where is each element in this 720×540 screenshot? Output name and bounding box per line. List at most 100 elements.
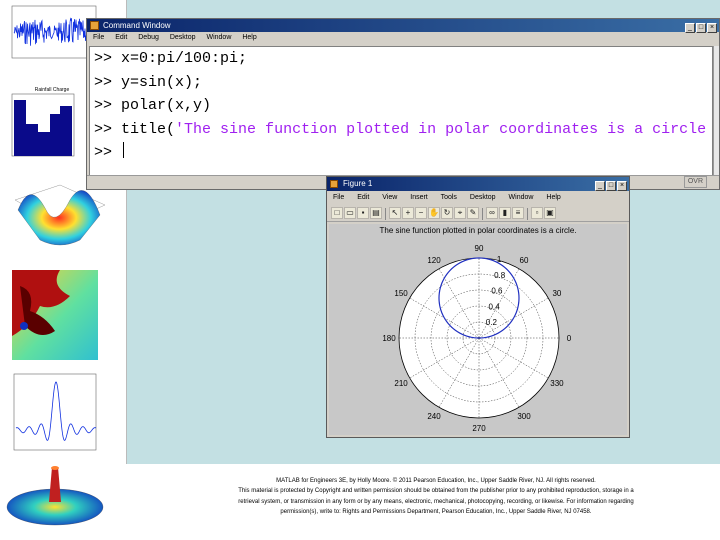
prompt: >> (94, 144, 113, 161)
figure-maximize-button[interactable]: □ (606, 181, 616, 191)
theta-tick-label: 270 (472, 424, 486, 433)
brush-icon[interactable]: ✎ (467, 207, 479, 219)
theta-tick-label: 30 (552, 289, 561, 298)
toolbar-separator (385, 208, 386, 220)
figure-window-icon (330, 180, 338, 188)
fractal-image-thumbnail (0, 266, 100, 366)
prompt: >> (94, 120, 113, 138)
figure-window[interactable]: Figure 1 _ □ × File Edit View Insert Tools… (326, 176, 630, 438)
link-icon[interactable]: ∞ (486, 207, 498, 219)
zoom-out-icon[interactable]: − (415, 207, 427, 219)
hide-plot-tools-icon[interactable]: ▫ (531, 207, 543, 219)
figure-minimize-button[interactable]: _ (595, 181, 605, 191)
console-code: title( (121, 120, 176, 138)
pointer-icon[interactable]: ↖ (389, 207, 401, 219)
bar-chart-thumbnail-title: Rainfall Charge (35, 87, 70, 93)
fig-menu-desktop[interactable]: Desktop (470, 194, 496, 201)
r-tick-label: 0.8 (494, 271, 506, 280)
theta-tick-label: 210 (394, 379, 408, 388)
fig-menu-view[interactable]: View (382, 194, 397, 201)
fig-menu-window[interactable]: Window (509, 194, 534, 201)
pan-icon[interactable]: ✋ (428, 207, 440, 219)
prompt: >> (94, 50, 113, 67)
fig-menu-tools[interactable]: Tools (441, 194, 457, 201)
theta-tick-label: 150 (394, 289, 408, 298)
overwrite-indicator: OVR (683, 176, 707, 188)
open-file-icon[interactable]: ▭ (344, 207, 356, 219)
menu-file[interactable]: File (93, 34, 104, 41)
theta-tick-label: 0 (567, 334, 572, 343)
r-tick-label: 0.4 (489, 302, 501, 311)
toolbar-separator (527, 208, 528, 220)
matlab-window-icon (90, 21, 99, 30)
theta-tick-label: 180 (382, 334, 396, 343)
console-code: x=0:pi/100:pi; (121, 50, 248, 67)
console-line: >> y=sin(x); (94, 71, 712, 95)
console-string: 'The sine function plotted in polar coor… (175, 120, 707, 138)
sinc-plot-thumbnail (0, 370, 100, 456)
show-plot-tools-icon[interactable]: ▣ (544, 207, 556, 219)
r-tick-label: 0.6 (491, 287, 503, 296)
theta-tick-label: 240 (427, 412, 441, 421)
polar-plot: 0 30 60 90 120 150 180 210 240 270 300 330 0.2 0.4 0.6… (382, 244, 572, 433)
command-console[interactable]: >> x=0:pi/100:pi; >> y=sin(x); >> polar(x,… (89, 46, 713, 176)
figure-canvas[interactable]: The sine function plotted in polar coord… (329, 224, 627, 435)
caption-line: permission(s), write to: Rights and Perm… (280, 509, 592, 516)
console-line: >> x=0:pi/100:pi; (94, 47, 712, 71)
figure-window-title: Figure 1 (343, 179, 373, 188)
caption-line: retrieval system, or transmission in any… (238, 498, 634, 505)
menu-window[interactable]: Window (206, 34, 231, 41)
theta-tick-label: 90 (475, 244, 484, 253)
console-line: >> title('The sine function plotted in p… (94, 118, 712, 142)
colorbar-icon[interactable]: ▮ (499, 207, 511, 219)
copyright-caption: MATLAB for Engineers 3E, by Holly Moore.… (186, 476, 686, 518)
figure-window-controls: _ □ × (594, 178, 627, 192)
zoom-in-icon[interactable]: + (402, 207, 414, 219)
print-icon[interactable]: ▤ (370, 207, 382, 219)
theta-tick-label: 330 (550, 379, 564, 388)
slide-page: Rainfall Charge Command Window _ □ × Fil… (0, 0, 720, 540)
vertical-scrollbar[interactable] (713, 46, 719, 176)
bar-chart-thumbnail: Rainfall Charge (0, 84, 100, 170)
signal-plot-thumbnail (0, 4, 100, 70)
theta-tick-label: 120 (427, 256, 441, 265)
menu-edit[interactable]: Edit (115, 34, 127, 41)
theta-tick-label: 300 (517, 412, 531, 421)
minimize-button[interactable]: _ (685, 23, 695, 33)
command-window-title: Command Window (103, 21, 171, 30)
prompt: >> (94, 97, 113, 114)
theta-tick-label: 60 (520, 256, 529, 265)
figure-close-button[interactable]: × (617, 181, 627, 191)
caption-line: This material is protected by Copyright … (238, 488, 634, 495)
console-code: y=sin(x); (121, 73, 203, 91)
fig-menu-file[interactable]: File (333, 194, 344, 201)
command-window-menu-bar: File Edit Debug Desktop Window Help (87, 32, 719, 44)
menu-help[interactable]: Help (242, 34, 256, 41)
close-button[interactable]: × (707, 23, 717, 33)
maximize-button[interactable]: □ (696, 23, 706, 33)
prompt: >> (94, 73, 113, 91)
3d-surface-thumbnail (0, 462, 110, 532)
fig-menu-edit[interactable]: Edit (357, 194, 369, 201)
new-figure-icon[interactable]: □ (331, 207, 343, 219)
menu-debug[interactable]: Debug (138, 34, 159, 41)
caption-line: MATLAB for Engineers 3E, by Holly Moore.… (276, 478, 596, 484)
command-window-title-bar[interactable]: Command Window _ □ × (87, 19, 719, 33)
figure-title-bar[interactable]: Figure 1 _ □ × (327, 177, 629, 191)
rotate-icon[interactable]: ↻ (441, 207, 453, 219)
console-input-line[interactable]: >> (94, 141, 712, 165)
r-tick-label: 0.2 (486, 318, 498, 327)
save-icon[interactable]: ▪ (357, 207, 369, 219)
command-window[interactable]: Command Window _ □ × File Edit Debug Deskt… (86, 18, 720, 190)
window-controls: _ □ × (684, 20, 717, 33)
text-cursor (123, 142, 125, 158)
console-line: >> polar(x,y) (94, 94, 712, 118)
figure-menu-bar: File Edit View Insert Tools Desktop Wind… (327, 191, 629, 205)
fig-menu-insert[interactable]: Insert (410, 194, 428, 201)
figure-toolbar: □ ▭ ▪ ▤ ↖ + − ✋ ↻ ⌖ ✎ ∞ ▮ ≡ ▫ ▣ (327, 205, 629, 222)
data-cursor-icon[interactable]: ⌖ (454, 207, 466, 219)
menu-desktop[interactable]: Desktop (170, 34, 196, 41)
legend-icon[interactable]: ≡ (512, 207, 524, 219)
toolbar-separator (482, 208, 483, 220)
fig-menu-help[interactable]: Help (546, 194, 560, 201)
